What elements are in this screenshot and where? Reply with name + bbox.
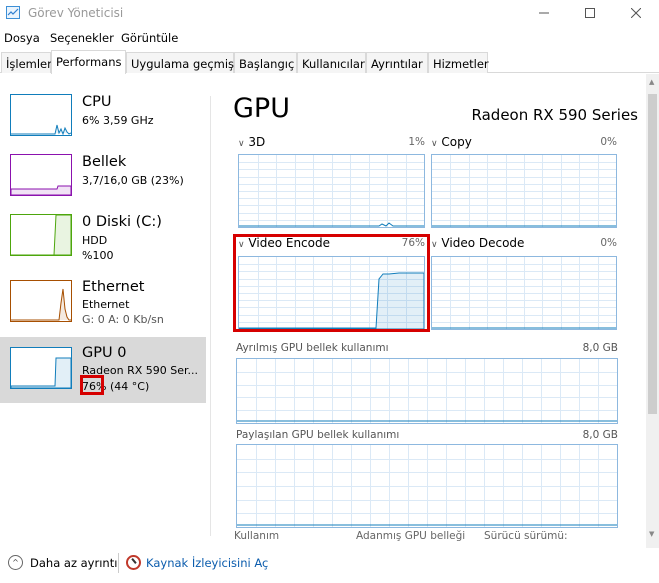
- gpu-temperature-text: (44 °C): [110, 380, 150, 393]
- cpu-usage-text: 6% 3,59 GHz: [82, 114, 154, 127]
- resource-item-ethernet[interactable]: Ethernet Ethernet G: 0 A: 0 Kb/sn: [0, 274, 206, 336]
- close-icon: [631, 8, 641, 18]
- dedicated-memory-label: Ayrılmış GPU bellek kullanımı: [236, 342, 389, 354]
- menu-view[interactable]: Görüntüle: [121, 31, 178, 45]
- resource-item-gpu[interactable]: GPU 0 Radeon RX 590 Ser... 76% (44 °C): [0, 337, 206, 403]
- tab-processes[interactable]: İşlemler: [1, 52, 52, 73]
- tab-app-history[interactable]: Uygulama geçmişi: [126, 52, 237, 73]
- cpu-thumbnail-graph: [10, 94, 72, 136]
- video-encode-highlight: [233, 234, 430, 332]
- chevron-down-icon: ∨: [431, 139, 438, 149]
- dedicated-memory-stat-label: Adanmış GPU belleği: [356, 530, 466, 542]
- driver-version-label: Sürücü sürümü:: [484, 530, 568, 542]
- memory-thumbnail-graph: [10, 154, 72, 196]
- footer: ^ Daha az ayrıntı Kaynak İzleyicisini Aç: [0, 549, 659, 583]
- scrollbar-thumb[interactable]: [648, 94, 657, 414]
- ethernet-thumbnail-graph: [10, 280, 72, 322]
- ethernet-adapter-text: Ethernet: [82, 298, 130, 311]
- dedicated-memory-graph: [236, 358, 618, 424]
- window-title: Görev Yöneticisi: [28, 6, 124, 20]
- dedicated-memory-max: 8,0 GB: [582, 342, 618, 354]
- tab-details[interactable]: Ayrıntılar: [366, 52, 428, 73]
- tab-bar: İşlemler Performans Uygulama geçmişi Baş…: [0, 50, 659, 74]
- disk-type-text: HDD: [82, 234, 108, 247]
- ethernet-throughput-text: G: 0 A: 0 Kb/sn: [82, 313, 164, 326]
- shared-memory-label: Paylaşılan GPU bellek kullanımı: [236, 429, 400, 441]
- chevron-down-icon: ∨: [238, 139, 245, 149]
- tab-services[interactable]: Hizmetler: [428, 52, 489, 73]
- tab-startup[interactable]: Başlangıç: [234, 52, 297, 73]
- engine-copy-percent: 0%: [600, 136, 617, 148]
- scroll-up-icon[interactable]: ▲: [649, 78, 654, 86]
- disk-usage-text: %100: [82, 249, 114, 262]
- engine-3d-label: 3D: [248, 135, 266, 149]
- memory-usage-text: 3,7/16,0 GB (23%): [82, 174, 184, 187]
- memory-label: Bellek: [82, 154, 127, 170]
- gpu-detail-panel: GPU Radeon RX 590 Series ∨ 3D 1% ∨ Copy …: [220, 74, 640, 548]
- disk-label: 0 Diski (C:): [82, 214, 162, 230]
- gpu-model-name: Radeon RX 590 Series: [471, 106, 638, 124]
- task-manager-icon: [6, 6, 20, 19]
- shared-memory-graph: [236, 444, 618, 528]
- maximize-icon: [585, 8, 595, 18]
- fewer-details-link[interactable]: Daha az ayrıntı: [30, 556, 117, 570]
- engine-copy-selector[interactable]: ∨ Copy: [431, 135, 472, 149]
- title-bar: Görev Yöneticisi: [0, 0, 659, 26]
- gpu-label: GPU 0: [82, 345, 127, 361]
- menu-bar: Dosya Seçenekler Görüntüle: [0, 28, 659, 48]
- gpu-usage-highlight: [80, 375, 104, 395]
- scrollbar[interactable]: ▲ ▼: [646, 74, 659, 548]
- minimize-icon: [539, 12, 549, 14]
- engine-video-decode-label: Video Decode: [441, 236, 525, 250]
- engine-copy-graph: [431, 154, 617, 228]
- engine-3d-usage-line: [239, 222, 424, 227]
- gpu-thumbnail-graph: [10, 347, 72, 389]
- resource-monitor-icon: [126, 555, 141, 570]
- footer-divider: [118, 553, 119, 573]
- open-resource-monitor-link[interactable]: Kaynak İzleyicisini Aç: [146, 556, 268, 570]
- ethernet-label: Ethernet: [82, 279, 145, 295]
- close-button[interactable]: [613, 0, 659, 26]
- page-title: GPU: [233, 93, 290, 124]
- engine-video-decode-graph: [431, 256, 617, 330]
- tab-users[interactable]: Kullanıcılar: [297, 52, 366, 73]
- engine-3d-percent: 1%: [408, 136, 425, 148]
- engine-3d-graph: [238, 154, 425, 228]
- engine-3d-selector[interactable]: ∨ 3D: [238, 135, 265, 149]
- shared-memory-max: 8,0 GB: [582, 429, 618, 441]
- engine-video-decode-percent: 0%: [600, 237, 617, 249]
- engine-video-decode-selector[interactable]: ∨ Video Decode: [431, 236, 524, 250]
- menu-options[interactable]: Seçenekler: [50, 31, 114, 45]
- engine-copy-label: Copy: [441, 135, 472, 149]
- collapse-icon[interactable]: ^: [8, 555, 23, 570]
- disk-thumbnail-graph: [10, 214, 72, 256]
- scroll-down-icon[interactable]: ▼: [649, 530, 654, 538]
- minimize-button[interactable]: [521, 0, 567, 26]
- resource-item-cpu[interactable]: CPU 6% 3,59 GHz: [0, 88, 206, 152]
- menu-file[interactable]: Dosya: [4, 31, 40, 45]
- chevron-down-icon: ∨: [431, 240, 438, 250]
- resource-item-memory[interactable]: Bellek 3,7/16,0 GB (23%): [0, 148, 206, 212]
- resource-list: CPU 6% 3,59 GHz Bellek 3,7/16,0 GB (23%)…: [0, 74, 206, 548]
- cpu-label: CPU: [82, 94, 112, 110]
- maximize-button[interactable]: [567, 0, 613, 26]
- tab-performance[interactable]: Performans: [51, 50, 126, 74]
- resource-item-disk[interactable]: 0 Diski (C:) HDD %100: [0, 208, 206, 274]
- pane-divider: [210, 96, 211, 536]
- utilization-label: Kullanım: [234, 530, 280, 542]
